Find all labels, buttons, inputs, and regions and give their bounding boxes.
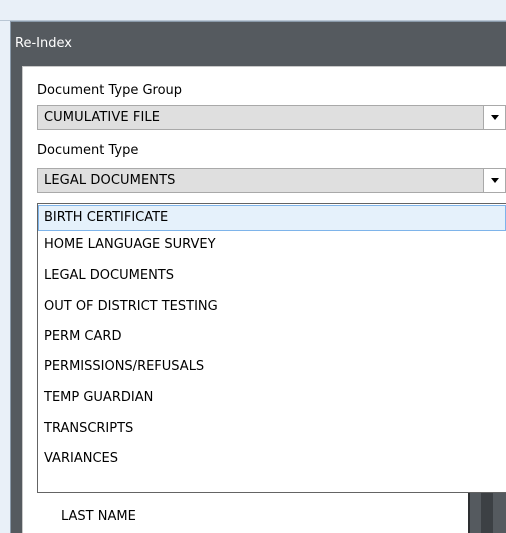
last-name-label: LAST NAME bbox=[61, 509, 136, 524]
option-variances[interactable]: VARIANCES bbox=[38, 446, 506, 472]
document-type-group-label: Document Type Group bbox=[37, 83, 183, 98]
option-permissions-refusals[interactable]: PERMISSIONS/REFUSALS bbox=[38, 354, 506, 380]
option-perm-card[interactable]: PERM CARD bbox=[38, 324, 506, 350]
option-out-of-district-testing[interactable]: OUT OF DISTRICT TESTING bbox=[38, 294, 506, 320]
option-temp-guardian[interactable]: TEMP GUARDIAN bbox=[38, 385, 506, 411]
option-home-language-survey[interactable]: HOME LANGUAGE SURVEY bbox=[38, 232, 506, 258]
document-type-group-value: CUMULATIVE FILE bbox=[44, 110, 161, 125]
panel-title: Re-Index bbox=[15, 36, 72, 51]
document-type-group-dropdown-button[interactable] bbox=[483, 105, 506, 130]
option-legal-documents[interactable]: LEGAL DOCUMENTS bbox=[38, 263, 506, 289]
document-type-dropdown-button[interactable] bbox=[483, 168, 506, 193]
document-type-group-select[interactable]: CUMULATIVE FILE bbox=[37, 105, 506, 130]
option-birth-certificate[interactable]: BIRTH CERTIFICATE bbox=[38, 205, 506, 231]
caret-down-icon bbox=[490, 178, 499, 183]
document-type-select[interactable]: LEGAL DOCUMENTS bbox=[37, 168, 506, 193]
document-type-value: LEGAL DOCUMENTS bbox=[44, 173, 176, 188]
scrollbar-track[interactable] bbox=[481, 493, 493, 533]
document-type-label: Document Type bbox=[37, 143, 139, 158]
caret-down-icon bbox=[490, 115, 499, 120]
window-top-strip bbox=[0, 0, 506, 21]
option-transcripts[interactable]: TRANSCRIPTS bbox=[38, 416, 506, 442]
document-type-options-list: BIRTH CERTIFICATE HOME LANGUAGE SURVEY L… bbox=[37, 203, 506, 493]
